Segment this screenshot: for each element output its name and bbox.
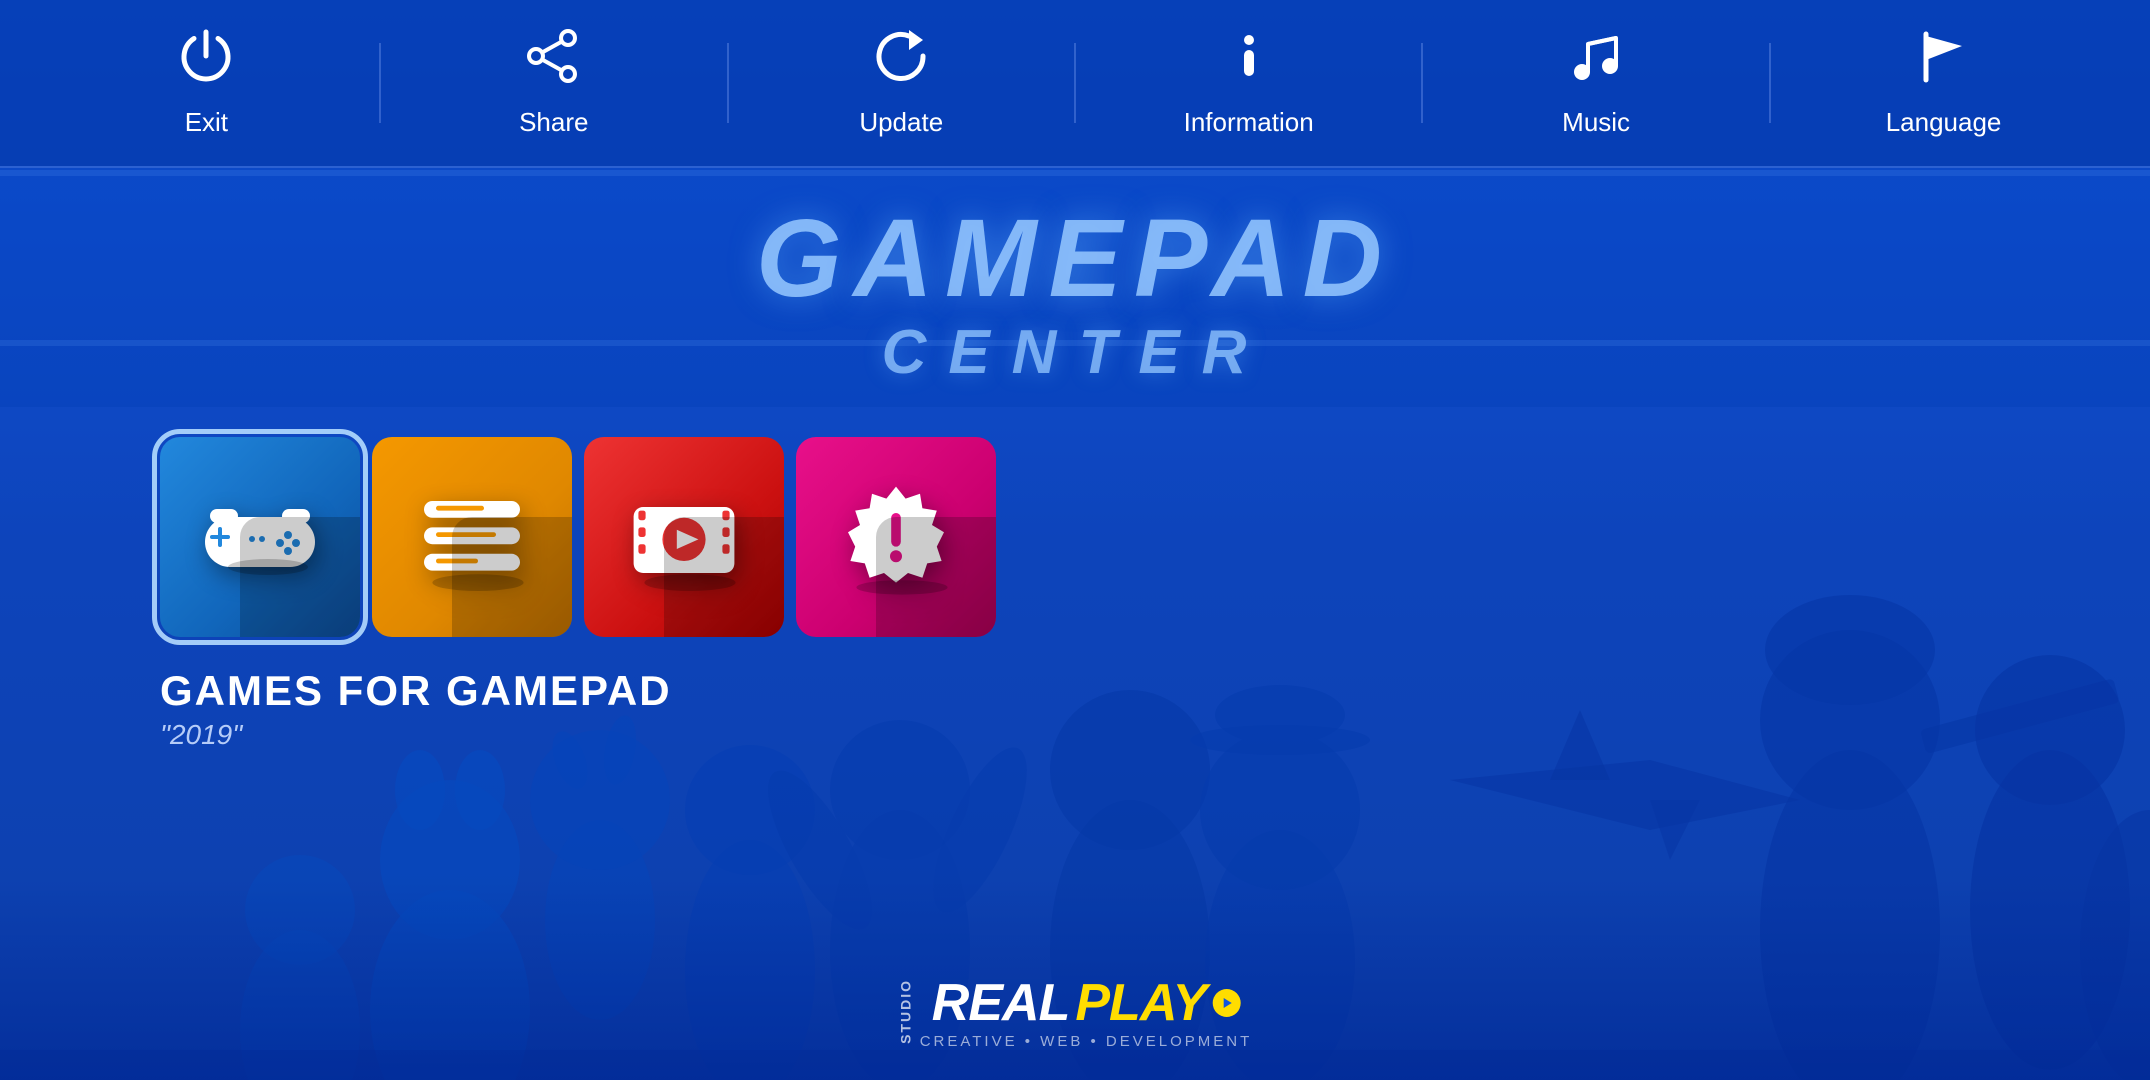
nav-separator bbox=[1769, 43, 1771, 123]
information-label: Information bbox=[1184, 107, 1314, 138]
nav-item-exit[interactable]: Exit bbox=[126, 28, 286, 138]
realplay-tagline: CREATIVE • WEB • DEVELOPMENT bbox=[920, 1033, 1253, 1050]
exit-label: Exit bbox=[185, 107, 228, 138]
app-icons-row bbox=[160, 437, 2150, 637]
app-icon-games[interactable] bbox=[160, 437, 360, 637]
nav-item-music[interactable]: Music bbox=[1516, 28, 1676, 138]
logo-area: GAMEPAD CENTER bbox=[0, 168, 2150, 407]
nav-separator bbox=[727, 43, 729, 123]
app-logo: GAMEPAD CENTER bbox=[756, 198, 1394, 387]
play-circle-icon bbox=[1212, 989, 1240, 1017]
music-label: Music bbox=[1562, 107, 1630, 138]
power-icon bbox=[178, 28, 234, 93]
selected-app-title: GAMES FOR GAMEPAD bbox=[160, 667, 2150, 715]
logo-line1: GAMEPAD bbox=[756, 198, 1394, 319]
app-icon-alert[interactable] bbox=[796, 437, 996, 637]
top-navigation: Exit Share Update bbox=[0, 0, 2150, 168]
real-text: REAL bbox=[932, 973, 1070, 1033]
share-label: Share bbox=[519, 107, 588, 138]
share-icon bbox=[526, 28, 582, 93]
update-label: Update bbox=[859, 107, 943, 138]
nav-separator bbox=[1074, 43, 1076, 123]
app-icon-video[interactable] bbox=[584, 437, 784, 637]
refresh-icon bbox=[873, 28, 929, 93]
app-icon-library[interactable] bbox=[372, 437, 572, 637]
main-content: GAMES FOR GAMEPAD "2019" bbox=[0, 407, 2150, 751]
nav-item-share[interactable]: Share bbox=[474, 28, 634, 138]
nav-item-information[interactable]: Information bbox=[1169, 28, 1329, 138]
info-icon bbox=[1221, 28, 1277, 93]
realplay-brand: STUDIO REAL PLAY CREATIVE • WEB • DEVELO… bbox=[898, 973, 1253, 1050]
app-title-area: GAMES FOR GAMEPAD "2019" bbox=[160, 667, 2150, 751]
nav-item-update[interactable]: Update bbox=[821, 28, 981, 138]
studio-label: STUDIO bbox=[898, 979, 914, 1044]
logo-line2: CENTER bbox=[756, 319, 1394, 387]
selected-app-subtitle: "2019" bbox=[160, 719, 2150, 751]
play-text: PLAY bbox=[1075, 973, 1206, 1033]
language-label: Language bbox=[1886, 107, 2002, 138]
nav-separator bbox=[379, 43, 381, 123]
nav-item-language[interactable]: Language bbox=[1864, 28, 2024, 138]
music-icon bbox=[1568, 28, 1624, 93]
footer-logo: STUDIO REAL PLAY CREATIVE • WEB • DEVELO… bbox=[898, 973, 1253, 1050]
nav-separator bbox=[1421, 43, 1423, 123]
flag-icon bbox=[1916, 28, 1972, 93]
